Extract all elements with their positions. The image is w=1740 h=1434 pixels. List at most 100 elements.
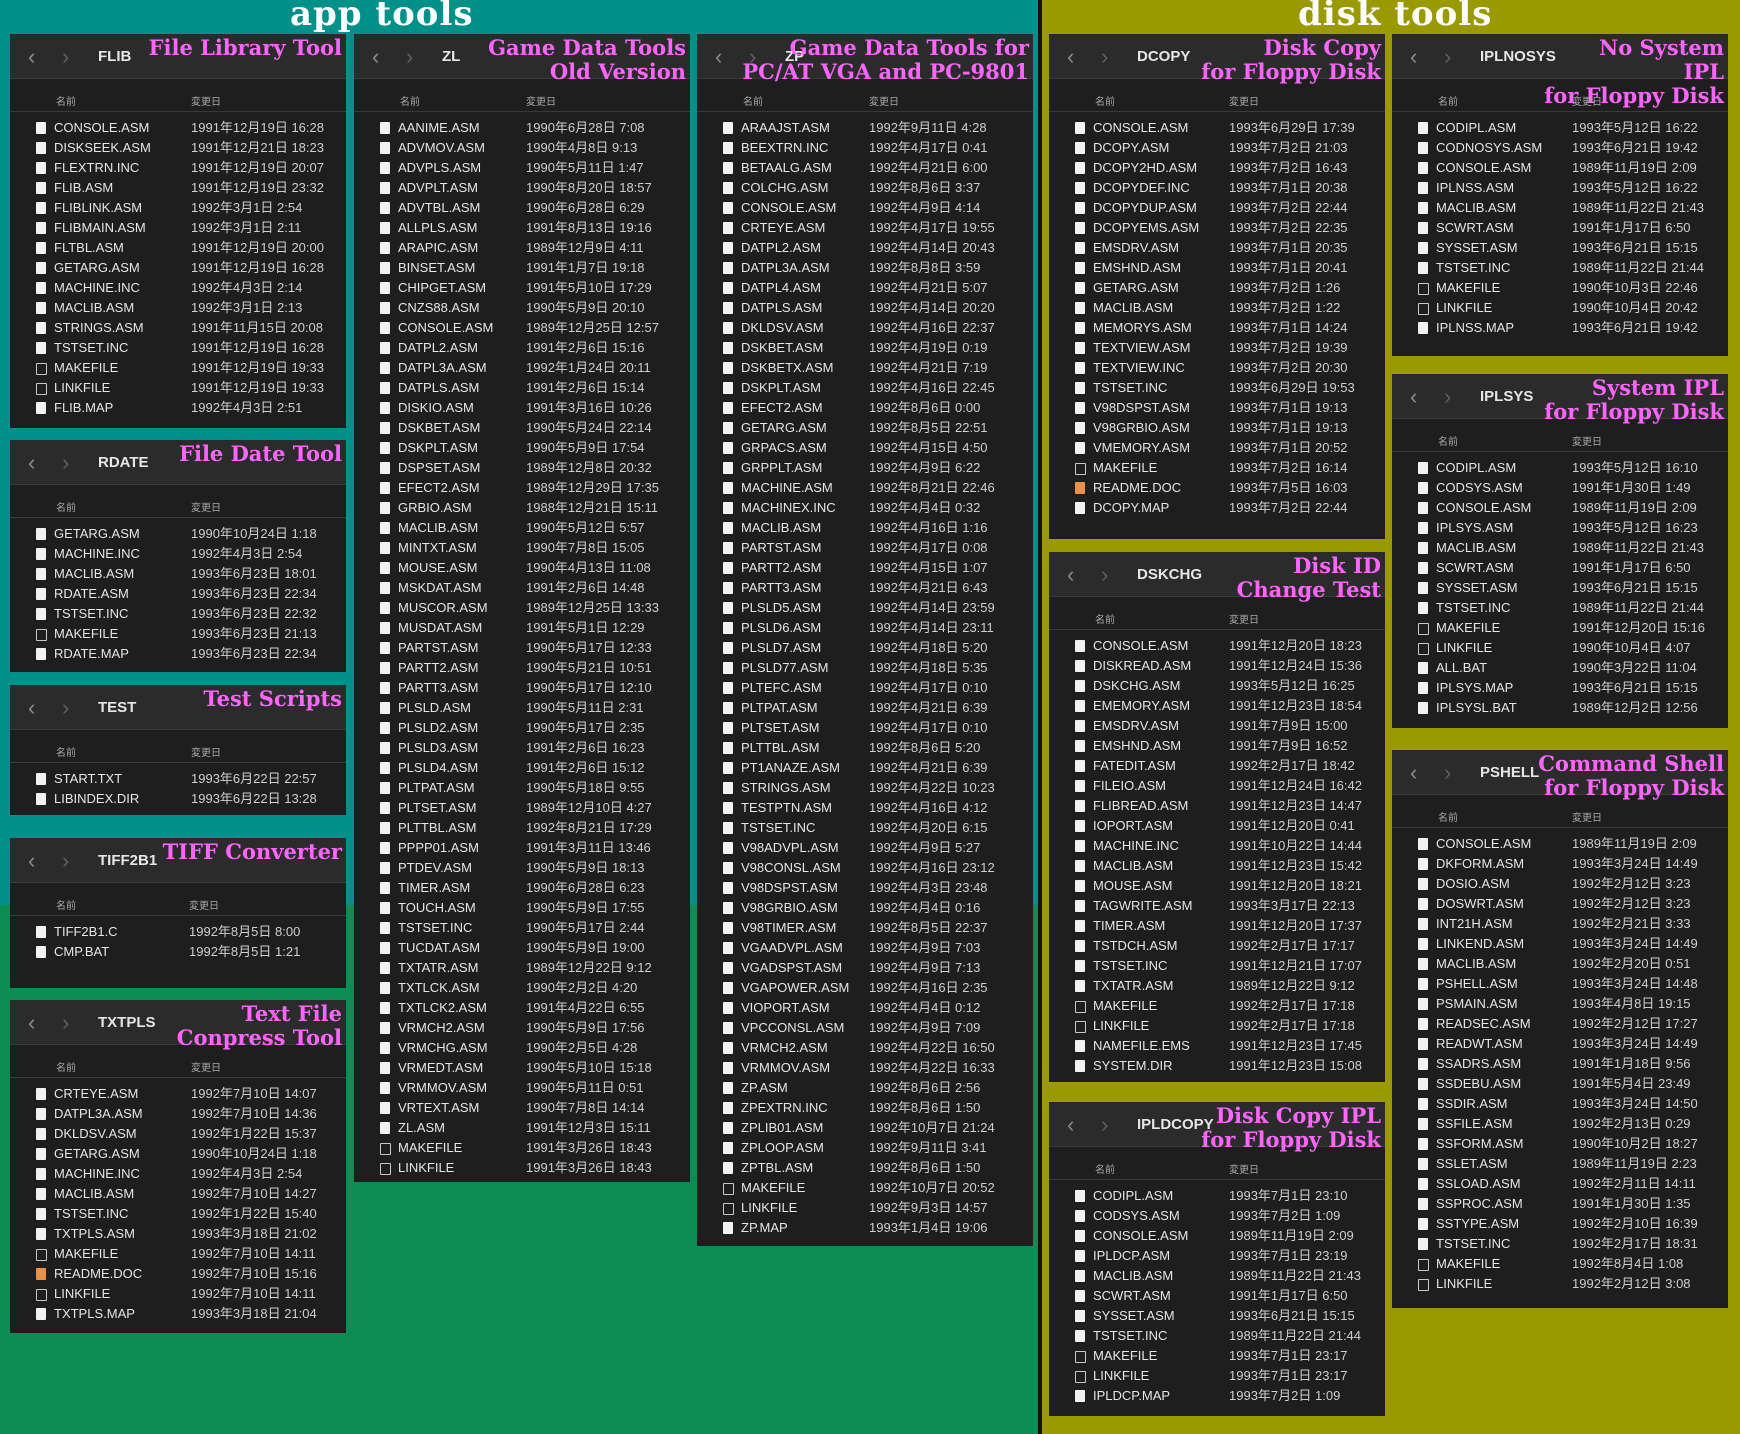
file-row[interactable]: IPLNSS.ASM 1993年5月12日 16:22 bbox=[1392, 178, 1728, 198]
back-chevron-icon[interactable]: ‹ bbox=[1410, 44, 1417, 70]
back-chevron-icon[interactable]: ‹ bbox=[28, 1010, 35, 1036]
file-row[interactable]: ARAAJST.ASM 1992年9月11日 4:28 bbox=[697, 118, 1033, 138]
file-row[interactable]: MACHINE.INC 1991年10月22日 14:44 bbox=[1049, 836, 1385, 856]
file-row[interactable]: ZPLIB01.ASM 1992年10月7日 21:24 bbox=[697, 1118, 1033, 1138]
file-row[interactable]: LINKFILE 1991年3月26日 18:43 bbox=[354, 1158, 690, 1178]
file-row[interactable]: ADVMOV.ASM 1990年4月8日 9:13 bbox=[354, 138, 690, 158]
file-row[interactable]: DSKPLT.ASM 1990年5月9日 17:54 bbox=[354, 438, 690, 458]
file-row[interactable]: MACLIB.ASM 1992年2月20日 0:51 bbox=[1392, 954, 1728, 974]
file-row[interactable]: DOSWRT.ASM 1992年2月12日 3:23 bbox=[1392, 894, 1728, 914]
column-header-name[interactable]: 名前 bbox=[56, 744, 76, 759]
forward-chevron-icon[interactable]: › bbox=[1101, 1112, 1108, 1138]
file-row[interactable]: TXTLCK.ASM 1990年2月2日 4:20 bbox=[354, 978, 690, 998]
back-chevron-icon[interactable]: ‹ bbox=[715, 44, 722, 70]
column-header-name[interactable]: 名前 bbox=[1438, 433, 1458, 448]
file-row[interactable]: EMEMORY.ASM 1991年12月23日 18:54 bbox=[1049, 696, 1385, 716]
file-row[interactable]: PARTST.ASM 1992年4月17日 0:08 bbox=[697, 538, 1033, 558]
finder-window-iplsys[interactable]: ‹ › IPLSYS System IPL for Floppy Disk 名前 変更日 CO… bbox=[1392, 374, 1728, 728]
file-row[interactable]: RDATE.ASM 1993年6月23日 22:34 bbox=[10, 584, 346, 604]
file-row[interactable]: V98DSPST.ASM 1992年4月3日 23:48 bbox=[697, 878, 1033, 898]
column-header-date[interactable]: 変更日 bbox=[189, 897, 219, 912]
file-row[interactable]: DCOPYDUP.ASM 1993年7月2日 22:44 bbox=[1049, 198, 1385, 218]
file-row[interactable]: COLCHG.ASM 1992年8月6日 3:37 bbox=[697, 178, 1033, 198]
file-row[interactable]: SYSSET.ASM 1993年6月21日 15:15 bbox=[1049, 1306, 1385, 1326]
file-row[interactable]: TXTLCK2.ASM 1991年4月22日 6:55 bbox=[354, 998, 690, 1018]
file-row[interactable]: FLIB.MAP 1992年4月3日 2:51 bbox=[10, 398, 346, 418]
column-header-name[interactable]: 名前 bbox=[56, 499, 76, 514]
column-header-date[interactable]: 変更日 bbox=[869, 93, 899, 108]
file-row[interactable]: DSKBET.ASM 1990年5月24日 22:14 bbox=[354, 418, 690, 438]
file-row[interactable]: FLTBL.ASM 1991年12月19日 20:00 bbox=[10, 238, 346, 258]
file-row[interactable]: MACLIB.ASM 1993年6月23日 18:01 bbox=[10, 564, 346, 584]
file-row[interactable]: PLSLD3.ASM 1991年2月6日 16:23 bbox=[354, 738, 690, 758]
file-row[interactable]: LINKFILE 1992年7月10日 14:11 bbox=[10, 1284, 346, 1304]
file-row[interactable]: CONSOLE.ASM 1991年12月20日 18:23 bbox=[1049, 636, 1385, 656]
file-row[interactable]: CONSOLE.ASM 1989年12月25日 12:57 bbox=[354, 318, 690, 338]
file-row[interactable]: ADVPLT.ASM 1990年8月20日 18:57 bbox=[354, 178, 690, 198]
finder-window-test[interactable]: ‹ › TEST Test Scripts 名前 変更日 START.TXT 1993年6月2… bbox=[10, 685, 346, 815]
file-row[interactable]: VRMCH2.ASM 1990年5月9日 17:56 bbox=[354, 1018, 690, 1038]
file-row[interactable]: TUCDAT.ASM 1990年5月9日 19:00 bbox=[354, 938, 690, 958]
file-row[interactable]: FLEXTRN.INC 1991年12月19日 20:07 bbox=[10, 158, 346, 178]
file-row[interactable]: DSKCHG.ASM 1993年5月12日 16:25 bbox=[1049, 676, 1385, 696]
file-row[interactable]: PTDEV.ASM 1990年5月9日 18:13 bbox=[354, 858, 690, 878]
file-row[interactable]: LINKFILE 1990年10月4日 20:42 bbox=[1392, 298, 1728, 318]
file-row[interactable]: SYSTEM.DIR 1991年12月23日 15:08 bbox=[1049, 1056, 1385, 1076]
back-chevron-icon[interactable]: ‹ bbox=[372, 44, 379, 70]
file-row[interactable]: SSADRS.ASM 1991年1月18日 9:56 bbox=[1392, 1054, 1728, 1074]
file-row[interactable]: SSFILE.ASM 1992年2月13日 0:29 bbox=[1392, 1114, 1728, 1134]
file-row[interactable]: TSTSET.INC 1989年11月22日 21:44 bbox=[1049, 1326, 1385, 1346]
column-header-name[interactable]: 名前 bbox=[1095, 93, 1115, 108]
file-row[interactable]: TSTSET.INC 1992年2月17日 18:31 bbox=[1392, 1234, 1728, 1254]
column-header-name[interactable]: 名前 bbox=[743, 93, 763, 108]
column-header-name[interactable]: 名前 bbox=[1438, 93, 1458, 108]
finder-window-ipldcopy[interactable]: ‹ › IPLDCOPY Disk Copy IPL for Floppy Disk 名前… bbox=[1049, 1102, 1385, 1416]
file-row[interactable]: TSTSET.INC 1992年1月22日 15:40 bbox=[10, 1204, 346, 1224]
file-row[interactable]: PLSLD5.ASM 1992年4月14日 23:59 bbox=[697, 598, 1033, 618]
file-row[interactable]: NAMEFILE.EMS 1991年12月23日 17:45 bbox=[1049, 1036, 1385, 1056]
file-row[interactable]: GRBIO.ASM 1988年12月21日 15:11 bbox=[354, 498, 690, 518]
file-row[interactable]: SCWRT.ASM 1991年1月17日 6:50 bbox=[1392, 558, 1728, 578]
file-row[interactable]: CODIPL.ASM 1993年5月12日 16:10 bbox=[1392, 458, 1728, 478]
file-row[interactable]: SSFORM.ASM 1990年10月2日 18:27 bbox=[1392, 1134, 1728, 1154]
file-row[interactable]: PARTT3.ASM 1990年5月17日 12:10 bbox=[354, 678, 690, 698]
file-row[interactable]: RDATE.MAP 1993年6月23日 22:34 bbox=[10, 644, 346, 664]
file-row[interactable]: IPLDCP.MAP 1993年7月2日 1:09 bbox=[1049, 1386, 1385, 1406]
file-row[interactable]: PLTPAT.ASM 1992年4月21日 6:39 bbox=[697, 698, 1033, 718]
file-row[interactable]: STRINGS.ASM 1991年11月15日 20:08 bbox=[10, 318, 346, 338]
file-row[interactable]: ZP.MAP 1993年1月4日 19:06 bbox=[697, 1218, 1033, 1238]
file-row[interactable]: DSKBETX.ASM 1992年4月21日 7:19 bbox=[697, 358, 1033, 378]
file-row[interactable]: VRMEDT.ASM 1990年5月10日 15:18 bbox=[354, 1058, 690, 1078]
finder-window-txtpls[interactable]: ‹ › TXTPLS Text File Conpress Tool 名前 変更日 CRTEY… bbox=[10, 1000, 346, 1333]
file-row[interactable]: VGADSPST.ASM 1992年4月9日 7:13 bbox=[697, 958, 1033, 978]
file-row[interactable]: PLSLD.ASM 1990年5月11日 2:31 bbox=[354, 698, 690, 718]
file-row[interactable]: DISKREAD.ASM 1991年12月24日 15:36 bbox=[1049, 656, 1385, 676]
column-header-date[interactable]: 変更日 bbox=[191, 744, 221, 759]
column-header-name[interactable]: 名前 bbox=[56, 93, 76, 108]
file-row[interactable]: CMP.BAT 1992年8月5日 1:21 bbox=[10, 942, 346, 962]
file-row[interactable]: TOUCH.ASM 1990年5月9日 17:55 bbox=[354, 898, 690, 918]
file-row[interactable]: DKLDSV.ASM 1992年1月22日 15:37 bbox=[10, 1124, 346, 1144]
file-row[interactable]: VRMMOV.ASM 1992年4月22日 16:33 bbox=[697, 1058, 1033, 1078]
file-row[interactable]: GETARG.ASM 1990年10月24日 1:18 bbox=[10, 524, 346, 544]
forward-chevron-icon[interactable]: › bbox=[1444, 760, 1451, 786]
file-row[interactable]: CHIPGET.ASM 1991年5月10日 17:29 bbox=[354, 278, 690, 298]
back-chevron-icon[interactable]: ‹ bbox=[28, 450, 35, 476]
file-row[interactable]: STRINGS.ASM 1992年4月22日 10:23 bbox=[697, 778, 1033, 798]
file-row[interactable]: MOUSE.ASM 1991年12月20日 18:21 bbox=[1049, 876, 1385, 896]
file-row[interactable]: V98CONSL.ASM 1992年4月16日 23:12 bbox=[697, 858, 1033, 878]
file-row[interactable]: FLIBMAIN.ASM 1992年3月1日 2:11 bbox=[10, 218, 346, 238]
file-row[interactable]: CRTEYE.ASM 1992年7月10日 14:07 bbox=[10, 1084, 346, 1104]
file-row[interactable]: DATPLS.ASM 1992年4月14日 20:20 bbox=[697, 298, 1033, 318]
file-row[interactable]: FLIBLINK.ASM 1992年3月1日 2:54 bbox=[10, 198, 346, 218]
file-row[interactable]: INT21H.ASM 1992年2月21日 3:33 bbox=[1392, 914, 1728, 934]
file-row[interactable]: MUSCOR.ASM 1989年12月25日 13:33 bbox=[354, 598, 690, 618]
forward-chevron-icon[interactable]: › bbox=[62, 848, 69, 874]
file-row[interactable]: TIFF2B1.C 1992年8月5日 8:00 bbox=[10, 922, 346, 942]
file-row[interactable]: TAGWRITE.ASM 1993年3月17日 22:13 bbox=[1049, 896, 1385, 916]
file-row[interactable]: LINKFILE 1992年2月17日 17:18 bbox=[1049, 1016, 1385, 1036]
file-row[interactable]: SSDIR.ASM 1993年3月24日 14:50 bbox=[1392, 1094, 1728, 1114]
column-header-date[interactable]: 変更日 bbox=[1572, 93, 1602, 108]
file-row[interactable]: TSTSET.INC 1990年5月17日 2:44 bbox=[354, 918, 690, 938]
file-row[interactable]: MACLIB.ASM 1989年11月22日 21:43 bbox=[1392, 538, 1728, 558]
